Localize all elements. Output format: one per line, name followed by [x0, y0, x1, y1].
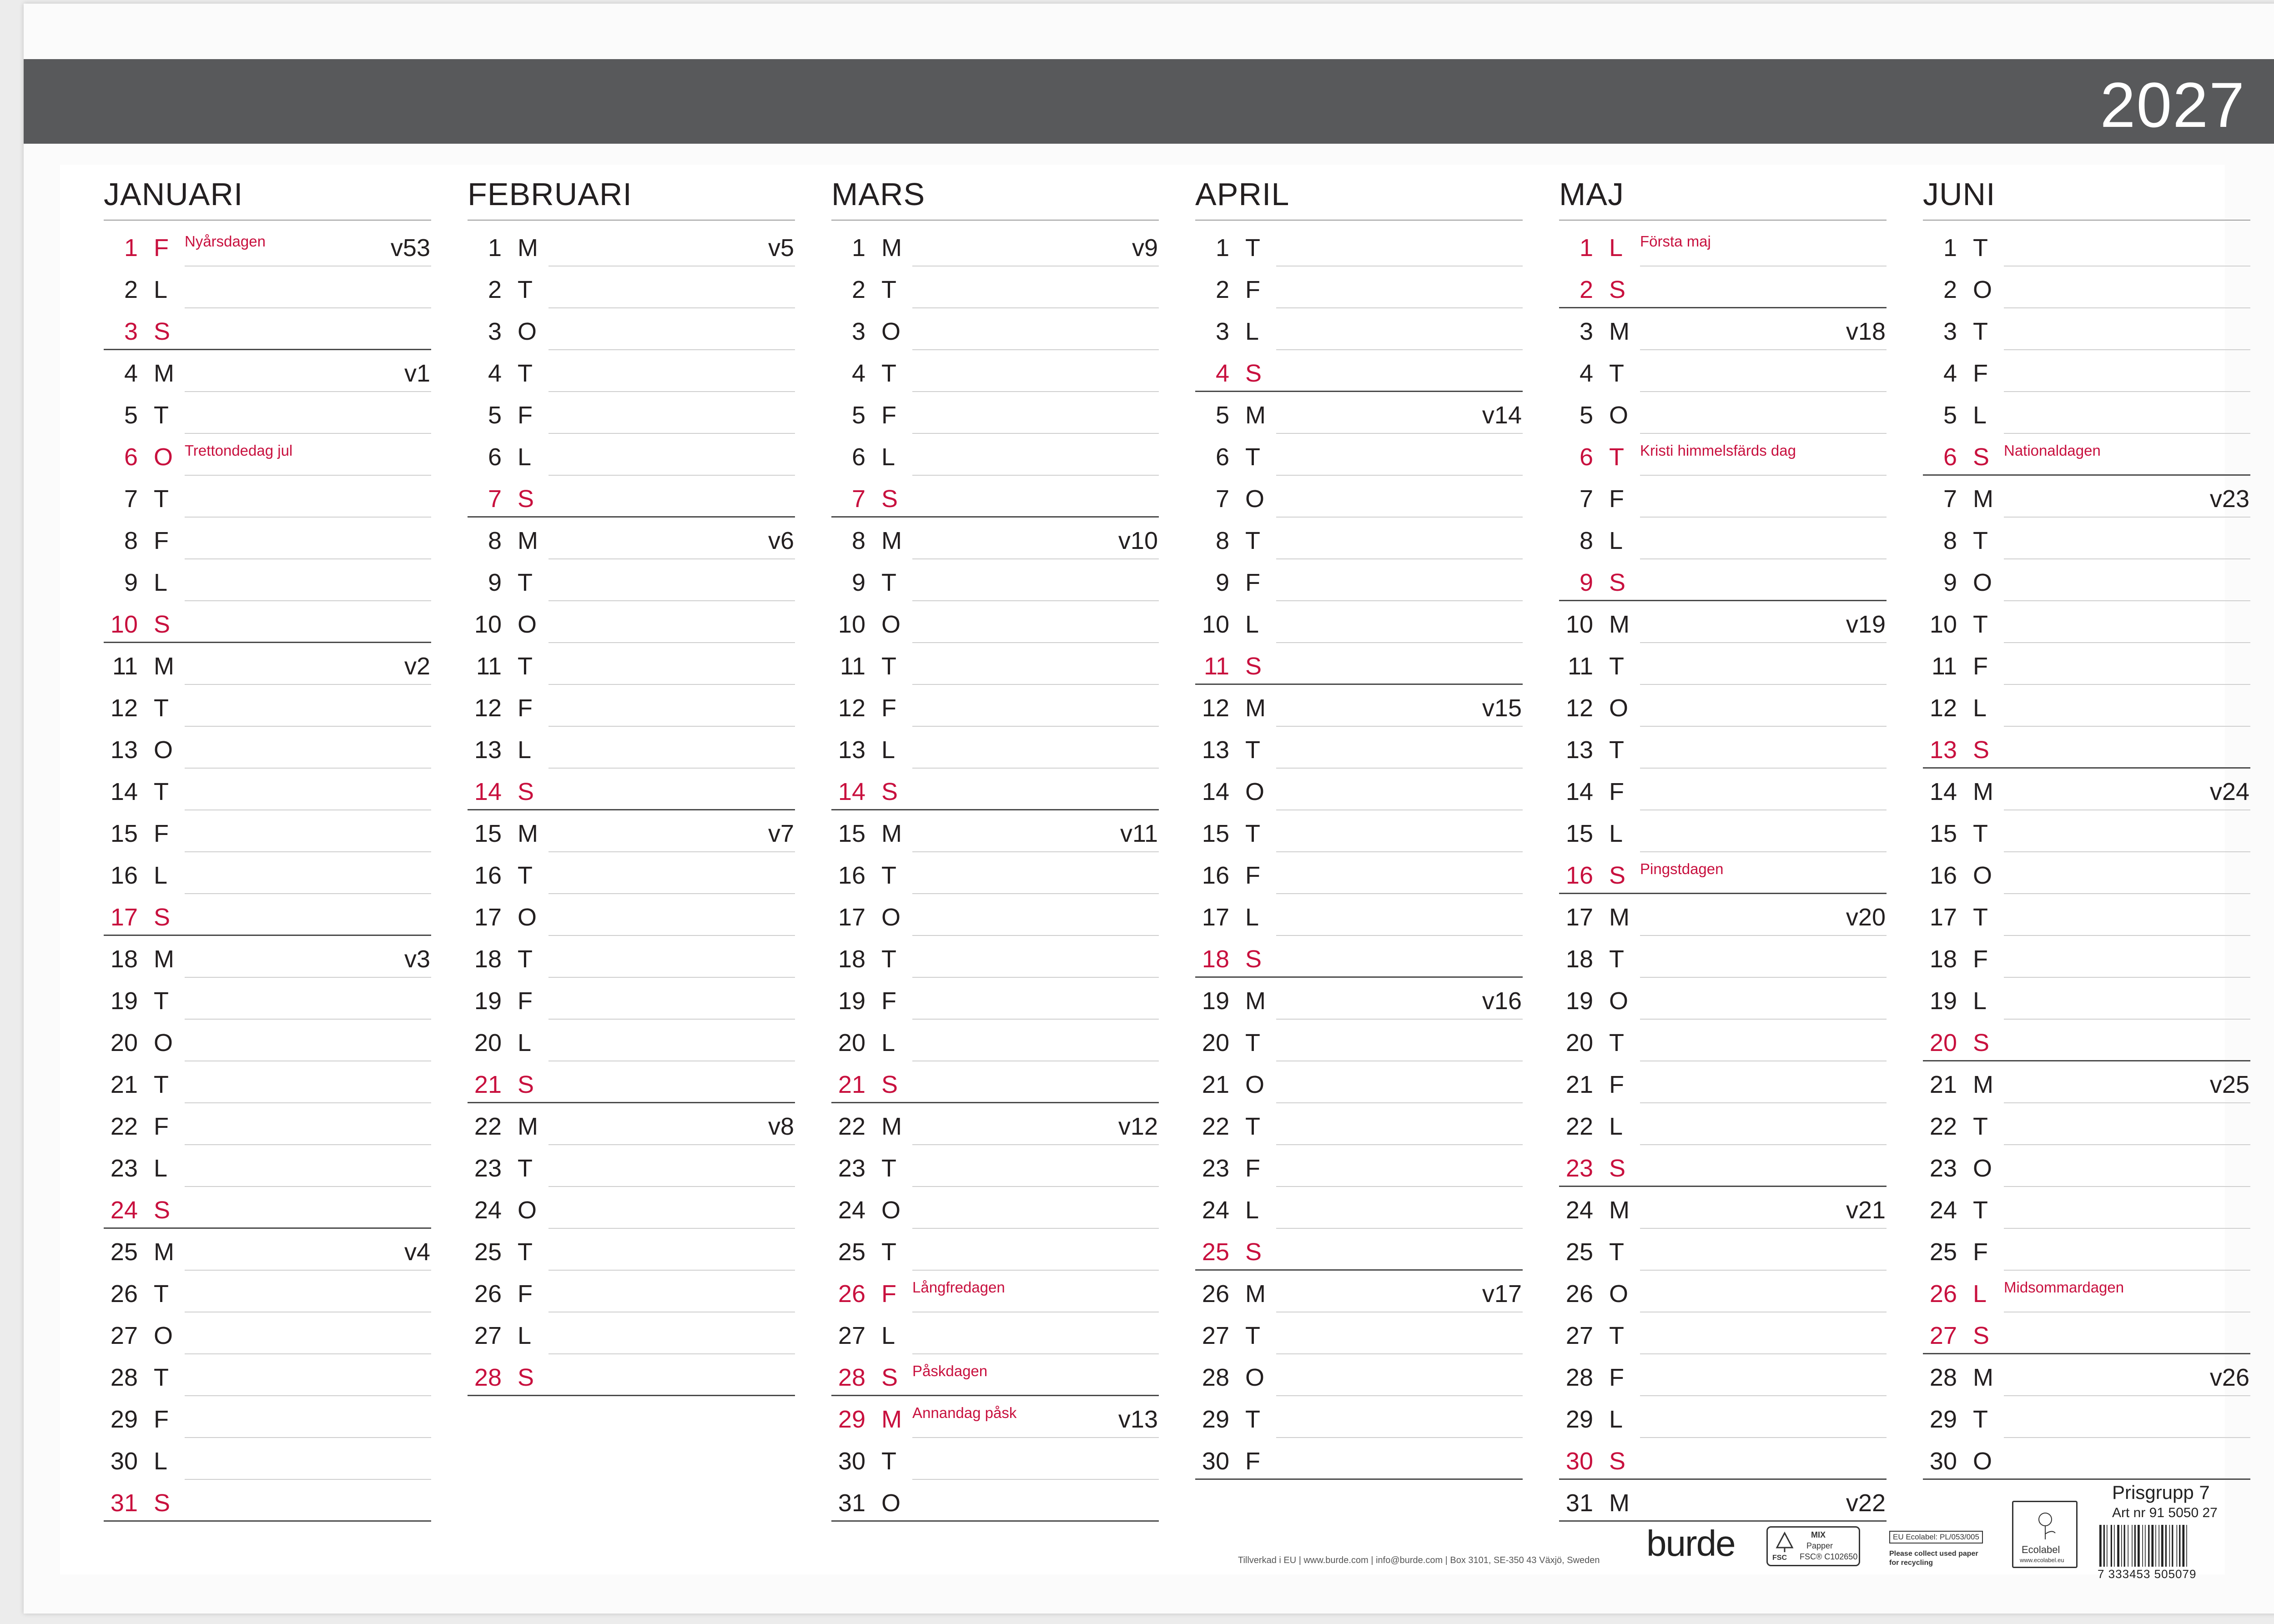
barcode-number: 7 333453 505079	[2098, 1567, 2197, 1581]
barcode-bar	[2151, 1525, 2154, 1567]
ecolabel-code: EU Ecolabel: PL/053/005	[1889, 1531, 1983, 1544]
barcode-bar	[2148, 1525, 2150, 1567]
barcode-bar	[2123, 1525, 2125, 1567]
brand-logo: burde	[1646, 1523, 1736, 1564]
barcode-bar	[2179, 1525, 2181, 1567]
barcode-bar	[2182, 1525, 2185, 1567]
ecolabel-mark: Ecolabel	[2022, 1544, 2060, 1555]
flower-icon	[2038, 1513, 2056, 1539]
footer: Tillverkad i EU | www.burde.com | info@b…	[24, 4, 2274, 1614]
fsc-paper: Papper	[1806, 1541, 1833, 1550]
barcode-bar	[2155, 1525, 2156, 1567]
ecolabel-badge: Ecolabel www.ecolabel.eu	[2012, 1501, 2078, 1568]
price-group: Prisgrupp 7	[2112, 1482, 2210, 1503]
barcode-bar	[2161, 1525, 2163, 1567]
barcode-bar	[2138, 1525, 2140, 1567]
fsc-logo-text: FSC	[1772, 1554, 1787, 1562]
fsc-mix: MIX	[1811, 1530, 1826, 1539]
fsc-code: FSC® C102650	[1800, 1552, 1858, 1561]
barcode-bar	[2165, 1525, 2167, 1567]
barcode-bar	[2121, 1525, 2122, 1567]
barcode-bar	[2186, 1525, 2187, 1567]
barcode-bar	[2132, 1525, 2133, 1567]
barcode-bar	[2110, 1525, 2112, 1567]
barcode-bar	[2176, 1525, 2178, 1567]
ecolabel-url: www.ecolabel.eu	[2020, 1557, 2064, 1564]
barcode-bar	[2117, 1525, 2119, 1567]
tree-icon	[1776, 1531, 1794, 1552]
barcode-bar	[2134, 1525, 2136, 1567]
recycle-note-2: for recycling	[1889, 1559, 1933, 1567]
barcode-bar	[2142, 1525, 2143, 1567]
barcode-bar	[2103, 1525, 2105, 1567]
barcode-icon	[2099, 1525, 2187, 1567]
barcode-bar	[2172, 1525, 2173, 1567]
barcode-bar	[2099, 1525, 2102, 1567]
footer-address: Tillverkad i EU | www.burde.com | info@b…	[1238, 1555, 1600, 1565]
barcode-bar	[2158, 1525, 2159, 1567]
fsc-badge: FSC MIX Papper FSC® C102650	[1766, 1526, 1860, 1566]
barcode-bar	[2145, 1525, 2146, 1567]
calendar-sheet: 2027 JANUARI 1 F Nyårsdagen v53 2 L 3 S 4 Mv1 5 T 6 O T…	[24, 4, 2274, 1614]
recycle-note-1: Please collect used paper	[1889, 1550, 1978, 1558]
barcode-bar	[2169, 1525, 2170, 1567]
barcode-bar	[2114, 1525, 2115, 1567]
article-number: Art nr 91 5050 27	[2112, 1505, 2218, 1520]
barcode-bar	[2107, 1525, 2108, 1567]
